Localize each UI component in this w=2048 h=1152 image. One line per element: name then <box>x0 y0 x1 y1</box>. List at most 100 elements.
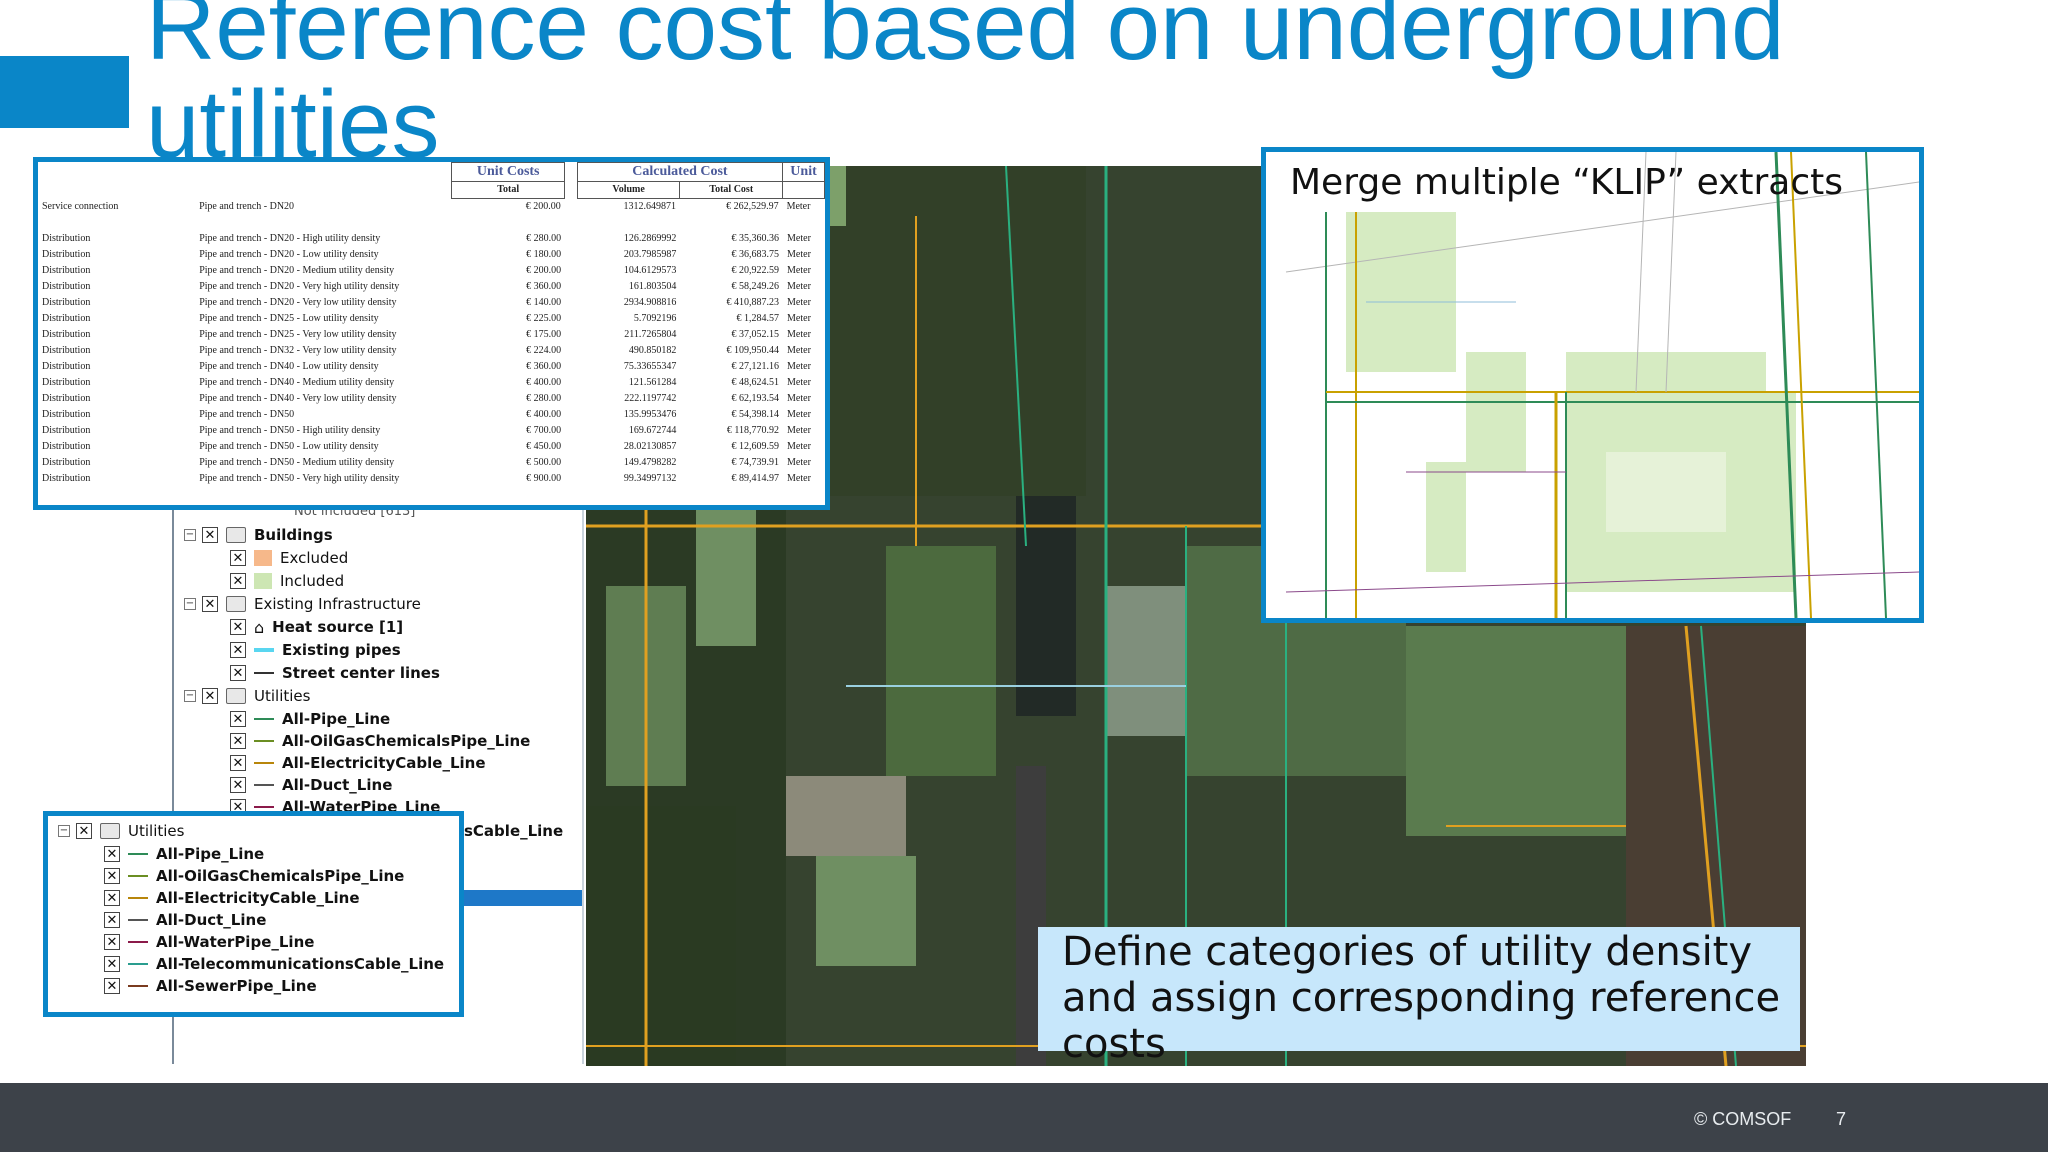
cell-category: Distribution <box>42 297 91 308</box>
cell-category: Distribution <box>42 233 91 244</box>
cell-unit-cost: € 280.00 <box>526 233 562 244</box>
table-row[interactable]: Distribution Pipe and trench - DN50 - Ver… <box>38 471 825 487</box>
table-row[interactable]: Distribution Pipe and trench - DN20 - Ver… <box>38 279 825 295</box>
layer-utility-item[interactable]: ✕ All-Duct_Line <box>230 774 392 796</box>
collapse-icon[interactable]: − <box>184 529 196 541</box>
table-row[interactable]: Distribution Pipe and trench - DN20 - Low… <box>38 247 825 263</box>
collapse-icon[interactable]: − <box>184 690 196 702</box>
table-row[interactable]: Distribution Pipe and trench - DN50 € 400.… <box>38 407 825 423</box>
layer-group-utilities[interactable]: − ✕ Utilities <box>184 685 310 707</box>
table-row[interactable]: Distribution Pipe and trench - DN25 - Ver… <box>38 327 825 343</box>
table-row[interactable]: Distribution Pipe and trench - DN40 - Low… <box>38 359 825 375</box>
cell-item: Pipe and trench - DN25 - Low utility den… <box>199 313 379 324</box>
checkbox[interactable]: ✕ <box>202 688 218 704</box>
checkbox[interactable]: ✕ <box>230 550 246 566</box>
layer-utility-item[interactable]: ✕ All-OilGasChemicalsPipe_Line <box>230 730 530 752</box>
layer-group-buildings[interactable]: − ✕ Buildings <box>184 524 333 546</box>
layer-buildings-included[interactable]: ✕ Included <box>230 570 344 592</box>
cell-volume: 121.561284 <box>628 377 677 388</box>
checkbox[interactable]: ✕ <box>104 978 120 994</box>
cell-unit-cost: € 200.00 <box>526 265 562 276</box>
table-row[interactable]: Distribution Pipe and trench - DN25 - Low… <box>38 311 825 327</box>
collapse-icon[interactable]: − <box>184 598 196 610</box>
cell-total-cost: € 35,360.36 <box>731 233 780 244</box>
table-row[interactable]: Distribution Pipe and trench - DN20 - Ver… <box>38 295 825 311</box>
table-row[interactable]: Distribution Pipe and trench - DN20 - Hig… <box>38 231 825 247</box>
cell-category: Distribution <box>42 457 91 468</box>
utility-item[interactable]: ✕ All-ElectricityCable_Line <box>104 887 360 909</box>
utility-item[interactable]: ✕ All-TelecommunicationsCable_Line <box>104 953 444 975</box>
checkbox[interactable]: ✕ <box>230 642 246 658</box>
checkbox[interactable]: ✕ <box>104 912 120 928</box>
table-row[interactable]: Distribution Pipe and trench - DN20 - Med… <box>38 263 825 279</box>
cell-unit: Meter <box>787 361 811 372</box>
utility-label: All-TelecommunicationsCable_Line <box>156 955 445 973</box>
cost-table: Unit Costs Calculated Cost Unit Total Vo… <box>38 162 825 231</box>
layer-label: sCable_Line <box>464 822 564 840</box>
layer-group-existing[interactable]: − ✕ Existing Infrastructure <box>184 593 421 615</box>
line-icon <box>254 740 274 742</box>
collapse-icon[interactable]: − <box>58 825 70 837</box>
checkbox[interactable]: ✕ <box>104 934 120 950</box>
checkbox[interactable]: ✕ <box>230 777 246 793</box>
header-total: Total <box>451 181 566 199</box>
cell-unit-cost: € 280.00 <box>526 393 562 404</box>
utility-item[interactable]: ✕ All-Duct_Line <box>104 909 266 931</box>
checkbox[interactable]: ✕ <box>230 665 246 681</box>
utility-item[interactable]: ✕ All-OilGasChemicalsPipe_Line <box>104 865 404 887</box>
table-row[interactable]: Distribution Pipe and trench - DN32 - Ver… <box>38 343 825 359</box>
table-row[interactable]: Distribution Pipe and trench - DN40 - Med… <box>38 375 825 391</box>
utility-label: All-OilGasChemicalsPipe_Line <box>156 867 405 885</box>
cell-category: Distribution <box>42 313 91 324</box>
checkbox[interactable]: ✕ <box>104 956 120 972</box>
utility-item[interactable]: ✕ All-WaterPipe_Line <box>104 931 314 953</box>
table-row[interactable]: Service connection Pipe and trench - DN2… <box>38 199 825 216</box>
layer-label: Excluded <box>280 549 349 567</box>
page-number: 7 <box>1836 1109 1847 1129</box>
cell-item: Pipe and trench - DN20 - Very high utili… <box>199 281 400 292</box>
checkbox[interactable]: ✕ <box>104 868 120 884</box>
table-row[interactable]: Distribution Pipe and trench - DN50 - Hig… <box>38 423 825 439</box>
checkbox[interactable]: ✕ <box>202 527 218 543</box>
layer-label: Heat source [1] <box>272 618 404 636</box>
cell-volume: 203.7985987 <box>623 249 677 260</box>
cost-table-panel: Unit Costs Calculated Cost Unit Total Vo… <box>33 157 830 510</box>
layer-heat-source[interactable]: ✕ ⌂ Heat source [1] <box>230 616 403 638</box>
utility-item[interactable]: ✕ All-Pipe_Line <box>104 843 264 865</box>
cell-item: Pipe and trench - DN25 - Very low utilit… <box>199 329 397 340</box>
table-row[interactable]: Distribution Pipe and trench - DN50 - Med… <box>38 455 825 471</box>
layer-buildings-excluded[interactable]: ✕ Excluded <box>230 547 348 569</box>
utility-label: All-WaterPipe_Line <box>156 933 315 951</box>
checkbox[interactable]: ✕ <box>230 619 246 635</box>
cell-item: Pipe and trench - DN50 - High utility de… <box>199 425 381 436</box>
layer-street-center[interactable]: ✕ Street center lines <box>230 662 440 684</box>
cell-total-cost: € 118,770.92 <box>726 425 780 436</box>
layer-label: Buildings <box>254 526 333 544</box>
layer-utility-item[interactable]: ✕ All-Pipe_Line <box>230 708 390 730</box>
cell-volume: 222.1197742 <box>624 393 677 404</box>
layer-existing-pipes[interactable]: ✕ Existing pipes <box>230 639 401 661</box>
cell-item: Pipe and trench - DN40 - Medium utility … <box>199 377 395 388</box>
checkbox[interactable]: ✕ <box>230 711 246 727</box>
layer-utility-item[interactable]: ✕ All-ElectricityCable_Line <box>230 752 486 774</box>
checkbox[interactable]: ✕ <box>104 846 120 862</box>
footer-bar: © COMSOF 7 <box>0 1083 2048 1152</box>
checkbox[interactable]: ✕ <box>202 596 218 612</box>
checkbox[interactable]: ✕ <box>104 890 120 906</box>
folder-icon <box>100 823 120 839</box>
orange-swatch-icon <box>254 550 272 566</box>
cell-total-cost: € 58,249.26 <box>731 281 780 292</box>
checkbox[interactable]: ✕ <box>230 755 246 771</box>
cell-item: Pipe and trench - DN40 - Very low utilit… <box>199 393 397 404</box>
checkbox[interactable]: ✕ <box>230 733 246 749</box>
table-row[interactable]: Distribution Pipe and trench - DN40 - Ver… <box>38 391 825 407</box>
line-icon <box>128 985 148 987</box>
utilities-group[interactable]: − ✕ Utilities <box>58 820 184 842</box>
checkbox[interactable]: ✕ <box>76 823 92 839</box>
checkbox[interactable]: ✕ <box>230 573 246 589</box>
line-icon <box>128 963 148 965</box>
layer-label: Utilities <box>254 687 311 705</box>
utility-item[interactable]: ✕ All-SewerPipe_Line <box>104 975 317 997</box>
table-row[interactable]: Distribution Pipe and trench - DN50 - Low… <box>38 439 825 455</box>
line-icon <box>254 806 274 808</box>
